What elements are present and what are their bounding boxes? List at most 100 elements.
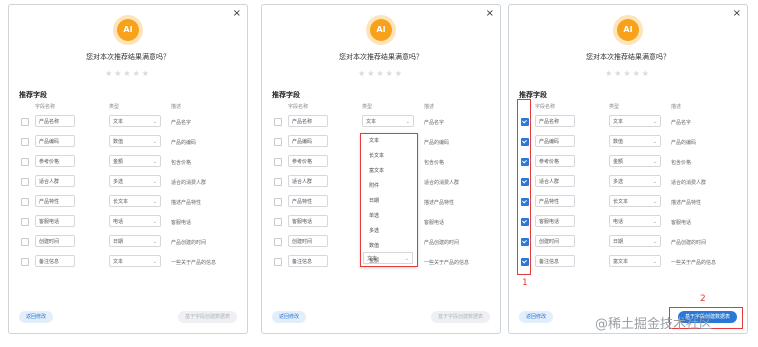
type-dropdown-menu[interactable]: 文本 长文本 富文本 附件 日期 单选 多选 数值 金额 文本 ⌄ <box>360 133 418 267</box>
field-name-input[interactable]: 参考价格 <box>35 155 75 167</box>
field-name-input[interactable]: 产品名称 <box>288 115 328 127</box>
generate-table-button[interactable]: 基于字段创建数据表 <box>177 311 237 323</box>
chevron-down-icon: ⌄ <box>652 119 657 125</box>
field-type-select[interactable]: 日期 ⌄ <box>609 235 661 247</box>
field-desc: 客服电话 <box>424 220 445 226</box>
type-option[interactable]: 附件 <box>361 179 417 194</box>
field-checkbox[interactable] <box>274 198 282 206</box>
field-name-input[interactable]: 产品编码 <box>288 135 328 147</box>
field-checkbox[interactable] <box>21 118 29 126</box>
field-checkbox[interactable] <box>274 218 282 226</box>
field-name-input[interactable]: 备注信息 <box>288 255 328 267</box>
field-type-select[interactable]: 多选 ⌄ <box>109 175 161 187</box>
field-name-input[interactable]: 参考价格 <box>535 155 575 167</box>
field-row: 产品编码 数值 ⌄ 产品的编码 <box>9 133 247 151</box>
field-name-input[interactable]: 创建时间 <box>288 235 328 247</box>
field-name-input[interactable]: 产品名称 <box>535 115 575 127</box>
field-checkbox[interactable] <box>21 258 29 266</box>
field-checkbox[interactable] <box>21 238 29 246</box>
recommend-dialog-type-dropdown: × AI 您对本次推荐结果满意吗？ ★★★★★ 推荐字段 字段名称 类型 描述 … <box>261 4 501 334</box>
field-name-input[interactable]: 备注信息 <box>535 255 575 267</box>
close-icon[interactable]: × <box>233 9 241 19</box>
field-type-value: 文本 <box>113 119 124 125</box>
field-type-select[interactable]: 文本 ⌄ <box>109 115 161 127</box>
field-row: 产品特性 长文本 ⌄ 描述产品特性 <box>9 193 247 211</box>
field-type-select[interactable]: 长文本 ⌄ <box>609 195 661 207</box>
recommend-dialog-initial: × AI 您对本次推荐结果满意吗？ ★★★★★ 推荐字段 字段名称 类型 描述 … <box>8 4 248 334</box>
field-name-input[interactable]: 备注信息 <box>35 255 75 267</box>
field-desc: 产品创建的时间 <box>424 240 460 246</box>
field-type-select[interactable]: 文本 ⌄ <box>609 115 661 127</box>
field-type-select[interactable]: 数值 ⌄ <box>109 135 161 147</box>
field-type-value: 日期 <box>613 239 624 245</box>
field-checkbox[interactable] <box>274 138 282 146</box>
field-name-input[interactable]: 产品特性 <box>288 195 328 207</box>
header-field-name: 字段名称 <box>35 104 56 110</box>
field-name-input[interactable]: 产品特性 <box>535 195 575 207</box>
field-name-input[interactable]: 客服电话 <box>35 215 75 227</box>
field-name-input[interactable]: 创建时间 <box>535 235 575 247</box>
header-desc: 描述 <box>171 104 182 110</box>
field-name-input[interactable]: 产品名称 <box>35 115 75 127</box>
field-name-input[interactable]: 产品编码 <box>35 135 75 147</box>
type-option[interactable]: 日期 <box>361 194 417 209</box>
field-type-select[interactable]: 金额 ⌄ <box>609 155 661 167</box>
field-desc: 适合的消费人群 <box>424 180 460 186</box>
field-type-value: 金额 <box>613 159 624 165</box>
field-type-value: 数值 <box>113 139 124 145</box>
type-option[interactable]: 长文本 <box>361 149 417 164</box>
type-option[interactable]: 单选 <box>361 209 417 224</box>
field-name-input[interactable]: 适合人群 <box>35 175 75 187</box>
field-type-select[interactable]: 长文本 ⌄ <box>109 195 161 207</box>
field-type-select[interactable]: 文本 ⌄ <box>362 115 414 127</box>
field-checkbox[interactable] <box>274 178 282 186</box>
field-name-input[interactable]: 适合人群 <box>535 175 575 187</box>
field-type-select[interactable]: 文本 ⌄ <box>109 255 161 267</box>
field-desc: 产品名字 <box>171 120 192 126</box>
field-name-input[interactable]: 适合人群 <box>288 175 328 187</box>
field-name-input[interactable]: 创建时间 <box>35 235 75 247</box>
field-type-select[interactable]: 电话 ⌄ <box>109 215 161 227</box>
field-name-input[interactable]: 产品特性 <box>35 195 75 207</box>
field-type-select[interactable]: 日期 ⌄ <box>109 235 161 247</box>
rating-stars[interactable]: ★★★★★ <box>262 69 500 78</box>
field-name-input[interactable]: 客服电话 <box>288 215 328 227</box>
chevron-down-icon: ⌄ <box>652 239 657 245</box>
field-desc: 描述产品特性 <box>171 200 202 206</box>
close-icon[interactable]: × <box>486 9 494 19</box>
field-checkbox[interactable] <box>21 198 29 206</box>
field-desc: 包含价格 <box>171 160 192 166</box>
field-type-select[interactable]: 金额 ⌄ <box>109 155 161 167</box>
back-button[interactable]: 返回修改 <box>272 311 307 323</box>
generate-table-button[interactable]: 基于字段创建数据表 <box>430 311 490 323</box>
field-name-input[interactable]: 客服电话 <box>535 215 575 227</box>
field-name-input[interactable]: 产品编码 <box>535 135 575 147</box>
back-button[interactable]: 返回修改 <box>519 311 554 323</box>
field-name-input[interactable]: 参考价格 <box>288 155 328 167</box>
field-checkbox[interactable] <box>274 158 282 166</box>
field-checkbox[interactable] <box>21 138 29 146</box>
type-option[interactable]: 多选 <box>361 224 417 239</box>
field-type-select[interactable]: 电话 ⌄ <box>609 215 661 227</box>
field-checkbox[interactable] <box>21 158 29 166</box>
back-button[interactable]: 返回修改 <box>19 311 54 323</box>
field-checkbox[interactable] <box>274 258 282 266</box>
field-type-select[interactable]: 富文本 ⌄ <box>609 255 661 267</box>
field-row: 客服电话 电话 ⌄ 客服电话 <box>509 213 747 231</box>
rating-stars[interactable]: ★★★★★ <box>9 69 247 78</box>
field-checkbox[interactable] <box>21 178 29 186</box>
field-desc: 客服电话 <box>671 220 692 226</box>
header-type: 类型 <box>609 104 620 110</box>
field-checkbox[interactable] <box>21 218 29 226</box>
close-icon[interactable]: × <box>733 9 741 19</box>
type-option[interactable]: 文本 <box>361 134 417 149</box>
rating-stars[interactable]: ★★★★★ <box>509 69 747 78</box>
field-checkbox[interactable] <box>274 118 282 126</box>
type-option[interactable]: 富文本 <box>361 164 417 179</box>
field-type-select[interactable]: 数值 ⌄ <box>609 135 661 147</box>
field-checkbox[interactable] <box>274 238 282 246</box>
type-select[interactable]: 文本 ⌄ <box>363 252 413 264</box>
field-type-select[interactable]: 多选 ⌄ <box>609 175 661 187</box>
chevron-down-icon: ⌄ <box>404 256 409 262</box>
satisfaction-question: 您对本次推荐结果满意吗？ <box>586 53 670 61</box>
